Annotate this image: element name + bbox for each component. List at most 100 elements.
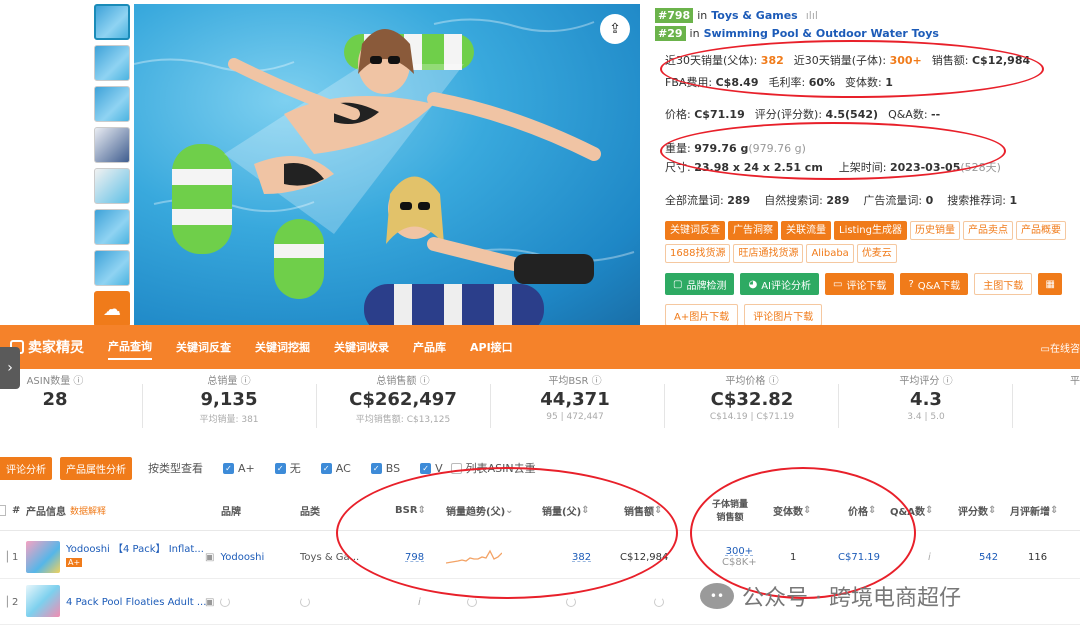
- calculator-icon[interactable]: ▦: [1038, 273, 1063, 295]
- tag-related-traffic[interactable]: 关联流量: [781, 221, 831, 240]
- divider: [838, 384, 839, 428]
- download-icon[interactable]: ☁: [94, 291, 130, 327]
- thumbnail-1[interactable]: [94, 4, 130, 40]
- checkbox-none[interactable]: ✓ 无: [274, 460, 301, 476]
- col-product-info: 产品信息 数据解释: [26, 490, 106, 530]
- tag-youmaiyun[interactable]: 优麦云: [856, 244, 897, 263]
- col-rating[interactable]: 评分数 ⇕: [958, 490, 996, 530]
- loading-icon: [220, 597, 231, 607]
- nav-api[interactable]: API接口: [470, 335, 513, 359]
- rating-value[interactable]: 542: [979, 552, 998, 563]
- share-icon[interactable]: ⇪: [600, 14, 630, 44]
- tag-selling-points[interactable]: 产品卖点: [962, 221, 1013, 240]
- summary-stats: ASIN数量 ⓘ 28 总销量 ⓘ 9,135 平均销量: 381 总销售额 ⓘ…: [0, 372, 1080, 444]
- rank-category-link[interactable]: Swimming Pool & Outdoor Water Toys: [704, 27, 939, 40]
- nav-keyword-reverse[interactable]: 关键词反查: [176, 335, 231, 359]
- row-checkbox[interactable]: ▕: [0, 585, 8, 619]
- aplus-image-download-button[interactable]: A+图片下载: [665, 304, 739, 326]
- nav-product-library[interactable]: 产品库: [413, 335, 446, 359]
- tag-history-sales[interactable]: 历史销量: [909, 221, 960, 240]
- stat-label: 平均评分: [899, 376, 940, 387]
- tool-tags-row-1: 关键词反查 广告洞察 关联流量 Listing生成器 历史销量 产品卖点 产品概…: [665, 221, 1069, 240]
- thumbnail-7[interactable]: [94, 250, 130, 286]
- app-logo[interactable]: 卖家精灵: [10, 337, 84, 357]
- rank-category-link[interactable]: Toys & Games: [711, 9, 798, 22]
- product-title-link[interactable]: 4 Pack Pool Floaties Adult ...: [66, 585, 206, 619]
- thumbnail-5[interactable]: [94, 168, 130, 204]
- tool-tags-row-2: 1688找货源 旺店通找货源 Alibaba 优麦云: [665, 244, 900, 263]
- rating-value: 4.5(542): [825, 108, 879, 121]
- ai-review-button[interactable]: ◕ AI评论分析: [740, 273, 819, 295]
- sort-icon[interactable]: ⇕: [988, 505, 996, 516]
- nav-product-query[interactable]: 产品查询: [108, 334, 152, 360]
- tag-keyword-reverse[interactable]: 关键词反查: [665, 221, 725, 240]
- tag-listing-generator[interactable]: Listing生成器: [834, 221, 907, 240]
- help-icon[interactable]: ⓘ: [943, 376, 953, 387]
- collapse-arrow-icon[interactable]: ›: [0, 347, 20, 389]
- row-index: 1: [12, 551, 19, 563]
- thumbnail-2[interactable]: [94, 45, 130, 81]
- annotation-circle: [660, 40, 1044, 98]
- monthly-cell: 116: [1028, 551, 1048, 563]
- checked-icon: ✓: [320, 462, 332, 474]
- main-image-download-button[interactable]: 主图下载: [974, 273, 1033, 295]
- product-main-image: ⇪: [134, 4, 640, 325]
- row-checkbox[interactable]: ▕: [0, 536, 8, 578]
- thumbnail-6[interactable]: [94, 209, 130, 245]
- price-row: 价格: C$71.19 评分(评分数): 4.5(542) Q&A数: --: [665, 106, 940, 122]
- divider: [1012, 384, 1013, 428]
- sort-icon[interactable]: ⇕: [925, 505, 933, 516]
- review-image-download-button[interactable]: 评论图片下载: [744, 304, 823, 326]
- help-icon[interactable]: ⓘ: [420, 376, 430, 387]
- qa-download-button[interactable]: ? Q&A下载: [900, 273, 969, 295]
- product-title[interactable]: Yodooshi 【4 Pack】 Inflat...: [66, 540, 204, 555]
- brand-cell[interactable]: ▣ Yodooshi: [205, 536, 264, 578]
- brand-check-button[interactable]: ▢ 品牌检测: [665, 273, 735, 295]
- help-icon[interactable]: ⓘ: [769, 376, 779, 387]
- brand-icon: ▣: [205, 551, 215, 563]
- online-chat-link[interactable]: ▭在线咨: [1041, 340, 1080, 355]
- stat-value: C$262,497: [349, 389, 457, 410]
- price-label: 价格:: [665, 108, 691, 121]
- product-title-link[interactable]: Yodooshi 【4 Pack】 Inflat...: [66, 540, 204, 555]
- tag-1688[interactable]: 1688找货源: [665, 244, 731, 263]
- product-thumbnail[interactable]: [26, 541, 60, 573]
- help-icon[interactable]: ⓘ: [241, 376, 251, 387]
- sort-icon[interactable]: ⇕: [1050, 505, 1058, 516]
- tag-wangdiantong[interactable]: 旺店通找货源: [733, 244, 804, 263]
- rank-badge: #29: [655, 25, 686, 41]
- thumbnail-4[interactable]: [94, 127, 130, 163]
- select-all-checkbox[interactable]: [0, 490, 6, 530]
- data-explain-link[interactable]: 数据解释: [70, 504, 106, 517]
- product-title[interactable]: 4 Pack Pool Floaties Adult ...: [66, 597, 206, 608]
- brand-icon: ▣: [205, 596, 215, 608]
- thumbnail-3[interactable]: [94, 86, 130, 122]
- tag-ad-insight[interactable]: 广告洞察: [728, 221, 778, 240]
- product-thumbnail[interactable]: [26, 585, 60, 617]
- divider: [490, 384, 491, 428]
- traffic-label: 自然搜索词:: [764, 194, 823, 207]
- review-download-button[interactable]: ▭ 评论下载: [824, 273, 895, 295]
- nav-keyword-index[interactable]: 关键词收录: [334, 335, 389, 359]
- checkbox-ac[interactable]: ✓ AC: [320, 462, 351, 475]
- review-download-label: 评论下载: [846, 280, 887, 292]
- brand-link[interactable]: Yodooshi: [220, 552, 264, 563]
- review-analysis-button[interactable]: 评论分析: [0, 456, 52, 480]
- checkbox-bs[interactable]: ✓ BS: [370, 462, 400, 475]
- rating-cell: 542: [979, 536, 998, 578]
- attribute-analysis-button[interactable]: 产品属性分析: [60, 456, 132, 480]
- bar-chart-icon[interactable]: ılıl: [806, 9, 818, 22]
- col-monthly-reviews[interactable]: 月评新增 ⇕: [1010, 490, 1058, 530]
- rank-in-label: in: [697, 8, 708, 22]
- traffic-value: 289: [826, 194, 850, 207]
- divider: [316, 384, 317, 428]
- checkbox-aplus[interactable]: ✓ A+: [223, 462, 255, 475]
- nav-keyword-mining[interactable]: 关键词挖掘: [255, 335, 310, 359]
- help-icon[interactable]: ⓘ: [592, 376, 602, 387]
- stat-value: 44,371: [540, 389, 610, 410]
- stat-value: C$32.82: [710, 389, 794, 410]
- tag-summary[interactable]: 产品概要: [1015, 221, 1066, 240]
- watermark: •• 公众号 · 跨境电商超仔: [700, 580, 961, 612]
- tag-alibaba[interactable]: Alibaba: [806, 244, 854, 263]
- help-icon[interactable]: ⓘ: [73, 376, 83, 387]
